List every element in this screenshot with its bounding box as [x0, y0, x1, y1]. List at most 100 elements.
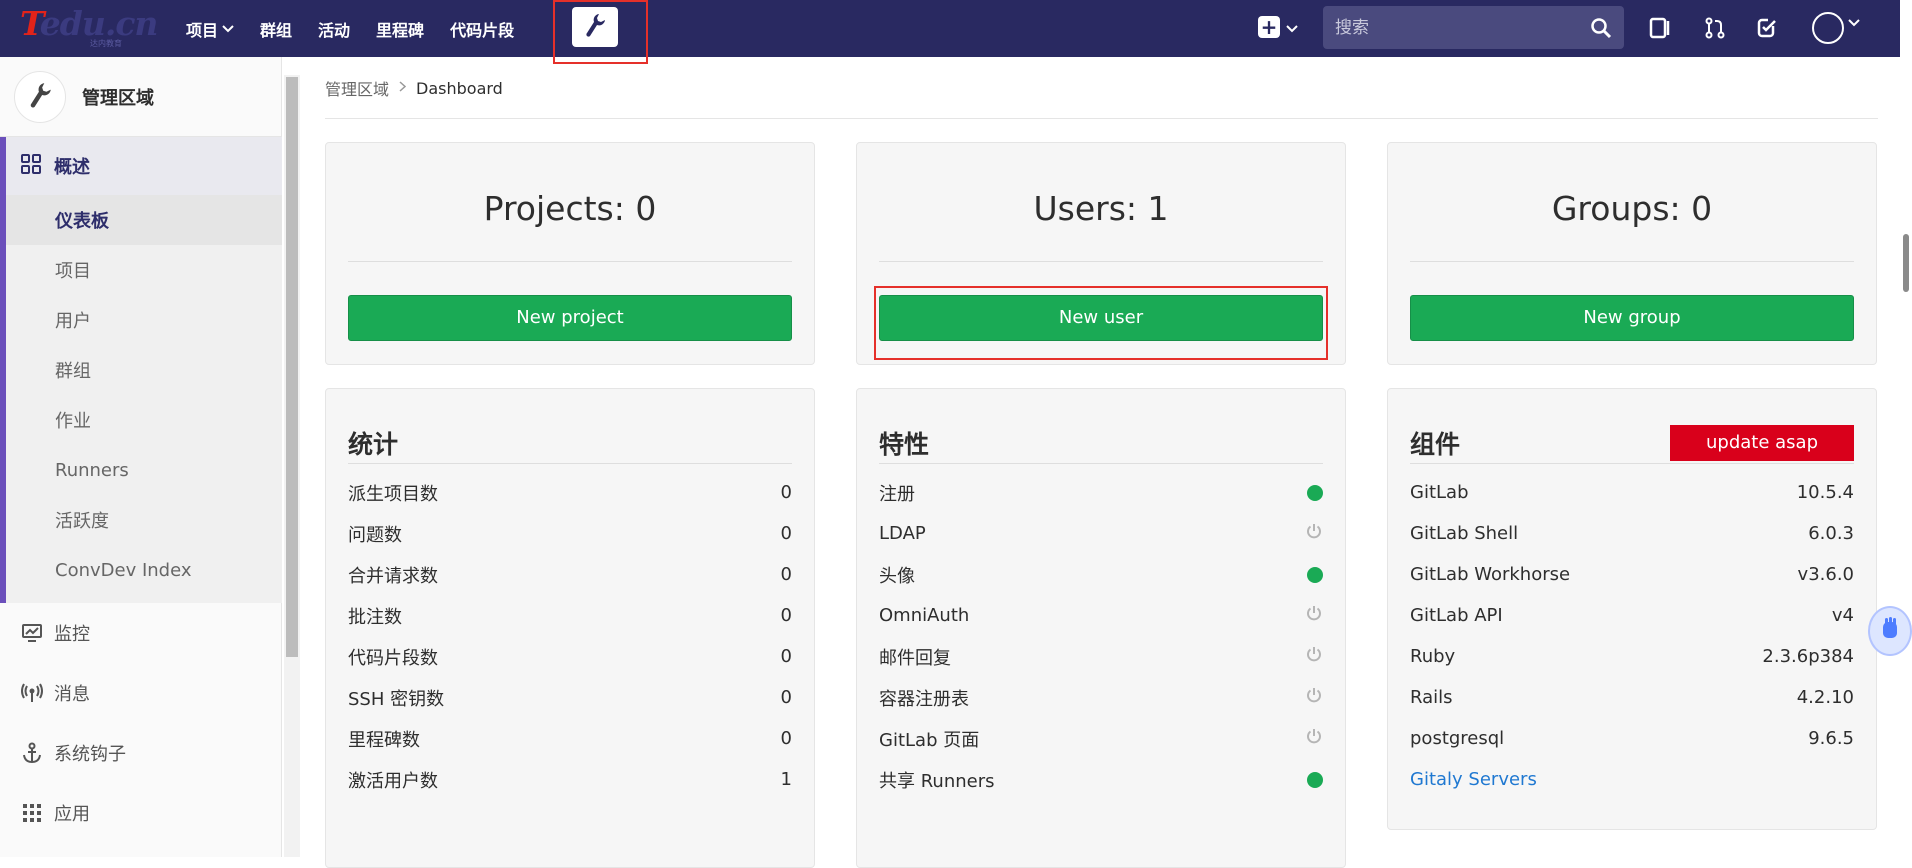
status-enabled-icon: [1307, 484, 1323, 501]
new-project-button[interactable]: New project: [348, 295, 792, 341]
sidebar-item-groups[interactable]: 群组: [6, 345, 282, 395]
user-avatar[interactable]: [1812, 12, 1844, 44]
breadcrumb-current: Dashboard: [416, 78, 503, 98]
power-off-icon: [1305, 645, 1323, 668]
gitaly-servers-link[interactable]: Gitaly Servers: [1410, 769, 1537, 790]
sidebar-item-projects[interactable]: 项目: [6, 245, 282, 295]
glove-icon: [1880, 616, 1900, 646]
feature-row-signup: 注册: [879, 472, 1323, 513]
plus-icon: +: [1258, 16, 1280, 38]
sidebar: 管理区域 概述 仪表板 项目 用户 群组 作业 Runners 活跃度 Conv…: [0, 57, 282, 857]
new-dropdown-button[interactable]: +: [1258, 16, 1298, 38]
stats-card: 统计 派生项目数 0 问题数 0 合并请求数 0 批注数 0 代码片段数 0 SSH 密钥…: [325, 388, 815, 868]
feature-row-gitlab-pages: GitLab 页面: [879, 718, 1323, 759]
breadcrumb: 管理区域 Dashboard: [325, 76, 503, 100]
feature-row-gravatar: 头像: [879, 554, 1323, 595]
monitor-icon: [20, 623, 44, 643]
new-group-button[interactable]: New group: [1410, 295, 1854, 341]
floating-assistant-button[interactable]: [1868, 606, 1912, 656]
nav-item-groups[interactable]: 群组: [260, 17, 292, 41]
search-icon[interactable]: [1590, 17, 1612, 43]
component-row-gitlab-shell: GitLab Shell 6.0.3: [1410, 523, 1854, 544]
sidebar-item-overview[interactable]: 概述: [6, 137, 282, 195]
logo-subtitle: 达内教育: [90, 39, 122, 48]
main-nav: 项目 群组 活动 里程碑 代码片段: [186, 0, 540, 57]
component-row-gitaly: Gitaly Servers: [1410, 759, 1854, 800]
sidebar-item-dashboard[interactable]: 仪表板: [6, 195, 282, 245]
sidebar-header[interactable]: 管理区域: [0, 57, 281, 137]
sidebar-item-convdev[interactable]: ConvDev Index: [6, 545, 282, 595]
nav-item-projects[interactable]: 项目: [186, 17, 234, 41]
stat-row-active-users: 激活用户数 1: [348, 769, 792, 792]
stat-row-ssh-keys: SSH 密钥数 0: [348, 687, 792, 710]
component-row-gitlab-workhorse: GitLab Workhorse v3.6.0: [1410, 564, 1854, 585]
stat-row-merge-requests: 合并请求数 0: [348, 564, 792, 587]
features-card: 特性 注册 LDAP 头像 OmniAuth 邮件回复 容器注册表 GitLab…: [856, 388, 1346, 868]
component-row-rails: Rails 4.2.10: [1410, 687, 1854, 708]
stat-row-forks: 派生项目数 0: [348, 482, 792, 505]
nav-item-activity[interactable]: 活动: [318, 17, 350, 41]
sidebar-item-system-hooks[interactable]: 系统钩子: [0, 723, 282, 783]
chevron-down-icon: [222, 22, 234, 36]
sidebar-scrollbar-thumb[interactable]: [286, 77, 298, 657]
card-divider: [879, 463, 1323, 464]
sidebar-item-runners[interactable]: Runners: [6, 445, 282, 495]
sidebar-scrollbar[interactable]: [284, 75, 300, 857]
search-box: [1323, 6, 1624, 49]
grid-icon: [20, 153, 42, 180]
sidebar-item-activity[interactable]: 活跃度: [6, 495, 282, 545]
stat-row-snippets: 代码片段数 0: [348, 646, 792, 669]
sidebar-item-messages[interactable]: 消息: [0, 663, 282, 723]
feature-row-ldap: LDAP: [879, 513, 1323, 554]
sidebar-section-overview: 概述 仪表板 项目 用户 群组 作业 Runners 活跃度 ConvDev I…: [0, 137, 282, 603]
sidebar-item-users[interactable]: 用户: [6, 295, 282, 345]
breadcrumb-admin-link[interactable]: 管理区域: [325, 76, 389, 100]
nav-item-snippets[interactable]: 代码片段: [450, 17, 514, 41]
card-divider: [879, 261, 1323, 262]
sidebar-item-jobs[interactable]: 作业: [6, 395, 282, 445]
broadcast-icon: [20, 683, 44, 703]
users-count: Users: 1: [1033, 189, 1169, 228]
apps-grid-icon: [20, 802, 44, 824]
feature-row-container-registry: 容器注册表: [879, 677, 1323, 718]
chevron-right-icon: [399, 80, 407, 96]
groups-count: Groups: 0: [1551, 189, 1713, 228]
todos-icon[interactable]: [1753, 14, 1781, 42]
status-enabled-icon: [1307, 771, 1323, 788]
card-divider: [348, 463, 792, 464]
sidebar-item-applications[interactable]: 应用: [0, 783, 282, 843]
page-scrollbar[interactable]: [1900, 0, 1912, 857]
feature-row-reply-by-email: 邮件回复: [879, 636, 1323, 677]
power-off-icon: [1305, 686, 1323, 709]
logo-mark: Tedu.cn: [20, 4, 158, 43]
card-divider: [348, 261, 792, 262]
component-row-postgresql: postgresql 9.6.5: [1410, 728, 1854, 749]
logo[interactable]: Tedu.cn 达内教育: [18, 4, 158, 48]
sidebar-avatar: [14, 70, 66, 123]
sidebar-title: 管理区域: [82, 87, 154, 109]
update-asap-badge[interactable]: update asap: [1670, 425, 1854, 461]
chevron-down-icon: [1286, 18, 1298, 37]
anchor-icon: [20, 742, 44, 764]
component-row-gitlab: GitLab 10.5.4: [1410, 482, 1854, 503]
components-title: 组件: [1410, 430, 1461, 459]
nav-item-milestones[interactable]: 里程碑: [376, 17, 424, 41]
merge-requests-icon[interactable]: [1701, 14, 1729, 42]
power-off-icon: [1305, 522, 1323, 545]
issues-icon[interactable]: [1646, 14, 1674, 42]
stat-row-issues: 问题数 0: [348, 523, 792, 546]
components-card: 组件 update asap GitLab 10.5.4 GitLab Shell…: [1387, 388, 1877, 830]
feature-row-shared-runners: 共享 Runners: [879, 759, 1323, 800]
sidebar-item-monitoring[interactable]: 监控: [0, 603, 282, 663]
features-title: 特性: [879, 430, 930, 459]
search-input[interactable]: [1323, 6, 1624, 49]
projects-card: Projects: 0 New project: [325, 142, 815, 365]
status-enabled-icon: [1307, 566, 1323, 583]
card-divider: [1410, 463, 1854, 464]
breadcrumb-divider: [325, 118, 1878, 119]
power-off-icon: [1305, 604, 1323, 627]
card-divider: [1410, 261, 1854, 262]
chevron-down-icon[interactable]: [1848, 16, 1860, 30]
page-scrollbar-thumb[interactable]: [1903, 234, 1909, 292]
wrench-icon: [28, 81, 52, 113]
